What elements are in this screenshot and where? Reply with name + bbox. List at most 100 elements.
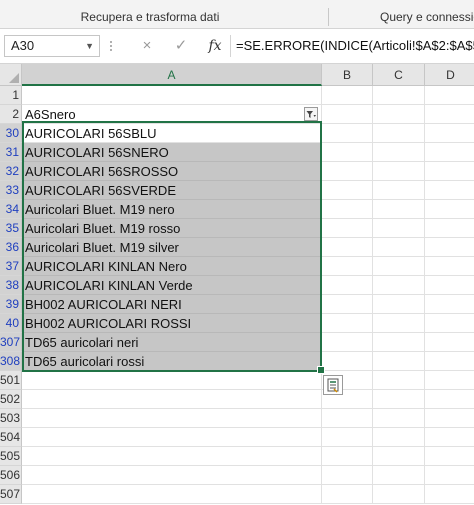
- grid-cell[interactable]: [425, 314, 474, 333]
- grid-cell[interactable]: [425, 485, 474, 504]
- cell-a[interactable]: AURICOLARI KINLAN Nero: [22, 257, 322, 276]
- grid-cell[interactable]: [425, 371, 474, 390]
- insert-function-button[interactable]: fx: [204, 35, 226, 57]
- row-header[interactable]: 34: [0, 200, 22, 219]
- row-header[interactable]: 307: [0, 333, 22, 352]
- grid-cell[interactable]: [322, 352, 373, 371]
- column-header-d[interactable]: D: [425, 64, 474, 86]
- grid-cell[interactable]: [373, 276, 425, 295]
- grid-cell[interactable]: [373, 143, 425, 162]
- grid-cell[interactable]: [373, 257, 425, 276]
- grid-cell[interactable]: [425, 162, 474, 181]
- grid-cell[interactable]: [373, 105, 425, 124]
- cell-a[interactable]: [22, 371, 322, 390]
- grid-cell[interactable]: [373, 409, 425, 428]
- cell-a[interactable]: AURICOLARI 56SBLU: [22, 124, 322, 143]
- cell-a[interactable]: A6Snero: [22, 105, 322, 124]
- grid-cell[interactable]: [322, 428, 373, 447]
- grid-cell[interactable]: [373, 352, 425, 371]
- row-header[interactable]: 35: [0, 219, 22, 238]
- row-header[interactable]: 40: [0, 314, 22, 333]
- spreadsheet-grid[interactable]: A B C D 1 2 A6Snero 30 AURICOLARI 56SBLU 31 AU…: [0, 64, 474, 505]
- enter-icon[interactable]: ✓: [170, 35, 192, 57]
- grid-cell[interactable]: [322, 105, 373, 124]
- cell-a[interactable]: BH002 AURICOLARI ROSSI: [22, 314, 322, 333]
- grid-cell[interactable]: [322, 314, 373, 333]
- row-header[interactable]: 503: [0, 409, 22, 428]
- select-all-button[interactable]: [0, 64, 22, 86]
- grid-cell[interactable]: [425, 333, 474, 352]
- grid-cell[interactable]: [322, 238, 373, 257]
- grid-cell[interactable]: [425, 86, 474, 105]
- row-header[interactable]: 33: [0, 181, 22, 200]
- column-header-b[interactable]: B: [322, 64, 373, 86]
- grid-cell[interactable]: [373, 390, 425, 409]
- grid-cell[interactable]: [373, 219, 425, 238]
- cell-a[interactable]: [22, 86, 322, 105]
- grid-cell[interactable]: [425, 181, 474, 200]
- column-header-c[interactable]: C: [373, 64, 425, 86]
- row-header[interactable]: 38: [0, 276, 22, 295]
- grid-cell[interactable]: [425, 447, 474, 466]
- row-header[interactable]: 31: [0, 143, 22, 162]
- grid-cell[interactable]: [373, 181, 425, 200]
- grid-cell[interactable]: [373, 447, 425, 466]
- fill-handle[interactable]: [317, 366, 325, 374]
- grid-cell[interactable]: [322, 181, 373, 200]
- row-header[interactable]: 39: [0, 295, 22, 314]
- row-header[interactable]: 504: [0, 428, 22, 447]
- cell-a[interactable]: BH002 AURICOLARI NERI: [22, 295, 322, 314]
- grid-cell[interactable]: [425, 352, 474, 371]
- grid-cell[interactable]: [373, 314, 425, 333]
- drag-handle-icon[interactable]: [106, 36, 116, 56]
- cell-a[interactable]: AURICOLARI 56SROSSO: [22, 162, 322, 181]
- cell-a[interactable]: Auricolari Bluet. M19 rosso: [22, 219, 322, 238]
- grid-cell[interactable]: [322, 257, 373, 276]
- grid-cell[interactable]: [425, 200, 474, 219]
- cell-a[interactable]: AURICOLARI 56SNERO: [22, 143, 322, 162]
- grid-cell[interactable]: [322, 485, 373, 504]
- chevron-down-icon[interactable]: ▼: [85, 36, 94, 56]
- cell-a[interactable]: [22, 390, 322, 409]
- grid-cell[interactable]: [322, 447, 373, 466]
- column-header-a[interactable]: A: [22, 64, 322, 86]
- grid-cell[interactable]: [373, 466, 425, 485]
- grid-cell[interactable]: [373, 86, 425, 105]
- row-header[interactable]: 502: [0, 390, 22, 409]
- grid-cell[interactable]: [425, 238, 474, 257]
- grid-cell[interactable]: [373, 428, 425, 447]
- grid-cell[interactable]: [322, 466, 373, 485]
- grid-cell[interactable]: [425, 105, 474, 124]
- row-header[interactable]: 36: [0, 238, 22, 257]
- grid-cell[interactable]: [425, 143, 474, 162]
- cell-a[interactable]: TD65 auricolari neri: [22, 333, 322, 352]
- grid-cell[interactable]: [322, 200, 373, 219]
- grid-cell[interactable]: [322, 162, 373, 181]
- cell-a[interactable]: AURICOLARI 56SVERDE: [22, 181, 322, 200]
- grid-cell[interactable]: [373, 162, 425, 181]
- grid-cell[interactable]: [425, 276, 474, 295]
- quick-analysis-icon[interactable]: [323, 375, 343, 395]
- cell-a[interactable]: [22, 428, 322, 447]
- grid-cell[interactable]: [425, 219, 474, 238]
- grid-cell[interactable]: [425, 124, 474, 143]
- row-header[interactable]: 507: [0, 485, 22, 504]
- grid-cell[interactable]: [425, 428, 474, 447]
- cell-a[interactable]: TD65 auricolari rossi: [22, 352, 322, 371]
- row-header[interactable]: 32: [0, 162, 22, 181]
- row-header[interactable]: 308: [0, 352, 22, 371]
- cell-a[interactable]: [22, 466, 322, 485]
- cell-a[interactable]: [22, 485, 322, 504]
- grid-cell[interactable]: [373, 485, 425, 504]
- cell-a[interactable]: AURICOLARI KINLAN Verde: [22, 276, 322, 295]
- cell-a[interactable]: [22, 447, 322, 466]
- row-header[interactable]: 37: [0, 257, 22, 276]
- cell-a[interactable]: Auricolari Bluet. M19 nero: [22, 200, 322, 219]
- row-header[interactable]: 30: [0, 124, 22, 143]
- grid-cell[interactable]: [373, 371, 425, 390]
- grid-cell[interactable]: [425, 466, 474, 485]
- grid-cell[interactable]: [373, 295, 425, 314]
- cancel-icon[interactable]: ×: [136, 35, 158, 57]
- grid-cell[interactable]: [373, 238, 425, 257]
- cell-a[interactable]: Auricolari Bluet. M19 silver: [22, 238, 322, 257]
